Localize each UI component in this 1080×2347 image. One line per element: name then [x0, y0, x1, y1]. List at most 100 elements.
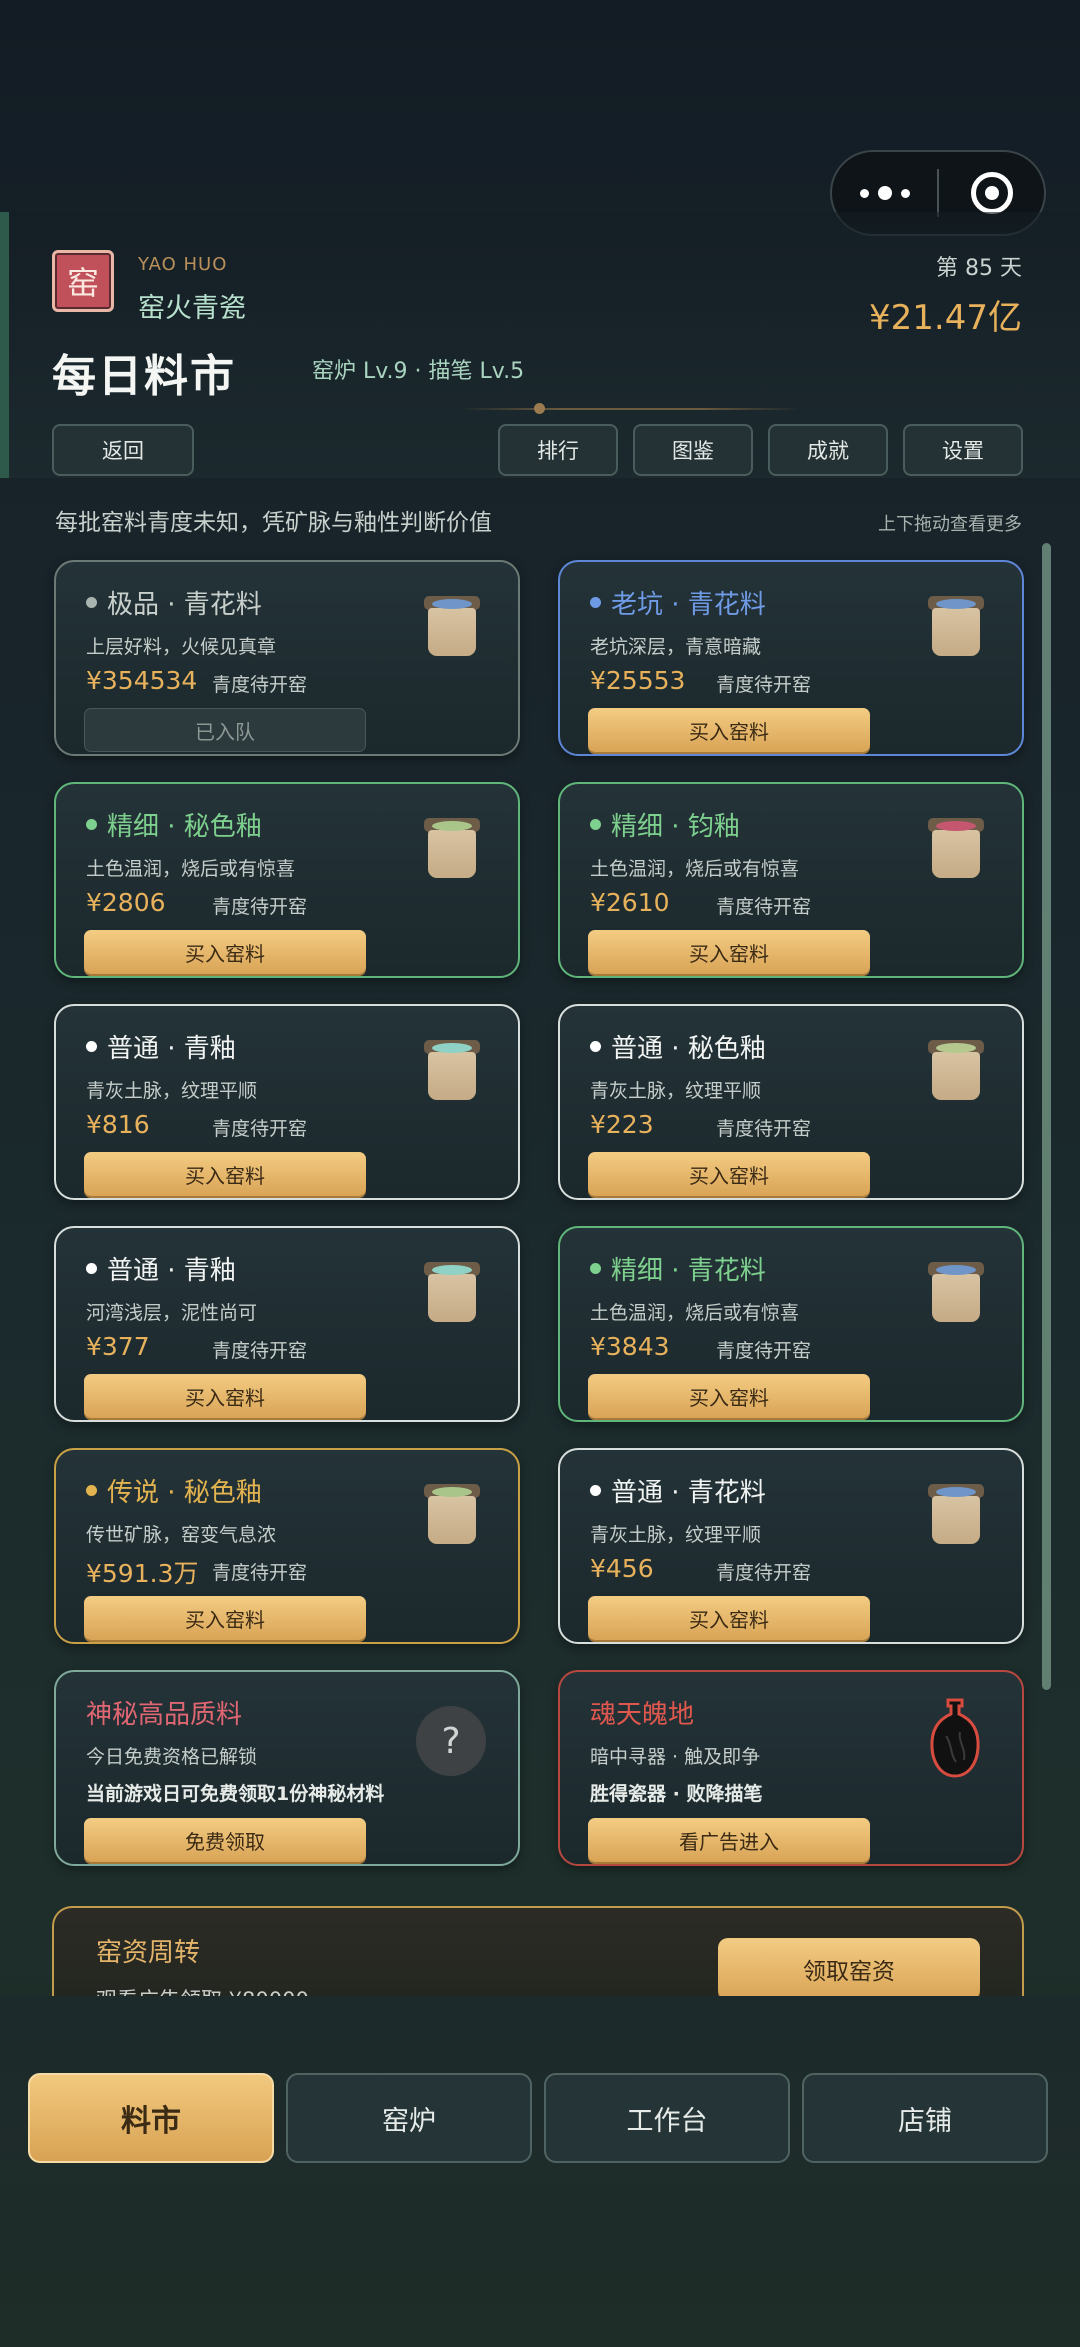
rarity-dot: [86, 1263, 97, 1274]
buy-material-button[interactable]: 买入窑料: [84, 1596, 366, 1640]
tab-market[interactable]: 料市: [28, 2073, 274, 2163]
card-title-row: 精细 · 秘色釉: [86, 806, 262, 843]
tab-shop[interactable]: 店铺: [802, 2073, 1048, 2163]
atlas-button[interactable]: 图鉴: [633, 424, 753, 476]
card-description: 老坑深层，青意暗藏: [590, 636, 762, 658]
clay-jar-icon: [926, 818, 986, 880]
material-card[interactable]: 普通 · 秘色釉 青灰土脉，纹理平顺 ¥223 青度待开窑 买入窑料: [558, 1004, 1024, 1200]
card-description: 青灰土脉，纹理平顺: [590, 1524, 762, 1546]
card-price: ¥2806: [86, 888, 166, 917]
card-price: ¥354534: [86, 666, 198, 695]
material-card[interactable]: 极品 · 青花料 上层好料，火候见真章 ¥354534 青度待开窑 已入队: [54, 560, 520, 756]
clay-jar-icon: [926, 1040, 986, 1102]
buy-material-button[interactable]: 买入窑料: [588, 1374, 870, 1418]
scrollbar[interactable]: [1042, 543, 1051, 1690]
rarity-dot: [86, 819, 97, 830]
rarity-dot: [86, 597, 97, 608]
card-description: 河湾浅层，泥性尚可: [86, 1302, 258, 1324]
black-vase-icon: [930, 1698, 980, 1778]
banner-title: 窑资周转: [96, 1938, 201, 1968]
watch-ad-enter-button[interactable]: 看广告进入: [588, 1818, 870, 1862]
purity-status: 青度待开窑: [716, 674, 812, 696]
card-description: 土色温润，烧后或有惊喜: [86, 858, 296, 880]
clay-jar-icon: [926, 596, 986, 658]
game-logo: 窑: [52, 250, 114, 312]
mystery-card-line2: 当前游戏日可免费领取1份神秘材料: [86, 1783, 385, 1805]
ghost-event-card[interactable]: 魂天魄地 暗中寻器 · 触及即争 胜得瓷器 · 败降描笔 看广告进入: [558, 1670, 1024, 1866]
buy-material-button[interactable]: 买入窑料: [588, 708, 870, 752]
brand-name-cn: 窑火青瓷: [138, 293, 246, 324]
card-description: 土色温润，烧后或有惊喜: [590, 1302, 800, 1324]
purity-status: 青度待开窑: [716, 896, 812, 918]
tab-kiln[interactable]: 窑炉: [286, 2073, 532, 2163]
material-card[interactable]: 精细 · 秘色釉 土色温润，烧后或有惊喜 ¥2806 青度待开窑 买入窑料: [54, 782, 520, 978]
card-title: 极品 · 青花料: [107, 590, 262, 620]
clay-jar-icon: [422, 1262, 482, 1324]
material-card[interactable]: 普通 · 青釉 河湾浅层，泥性尚可 ¥377 青度待开窑 买入窑料: [54, 1226, 520, 1422]
buy-material-button[interactable]: 买入窑料: [588, 930, 870, 974]
purity-status: 青度待开窑: [716, 1340, 812, 1362]
material-card[interactable]: 精细 · 钧釉 土色温润，烧后或有惊喜 ¥2610 青度待开窑 买入窑料: [558, 782, 1024, 978]
brand-name-en: YAO HUO: [138, 254, 228, 275]
achievements-button[interactable]: 成就: [768, 424, 888, 476]
card-price: ¥223: [590, 1110, 654, 1139]
tab-workbench[interactable]: 工作台: [544, 2073, 790, 2163]
card-title: 精细 · 青花料: [611, 1256, 766, 1286]
material-card[interactable]: 老坑 · 青花料 老坑深层，青意暗藏 ¥25553 青度待开窑 买入窑料: [558, 560, 1024, 756]
buy-material-button[interactable]: 买入窑料: [84, 1152, 366, 1196]
header-divider: [460, 408, 800, 410]
material-card[interactable]: 传说 · 秘色釉 传世矿脉，窑变气息浓 ¥591.3万 青度待开窑 买入窑料: [54, 1448, 520, 1644]
market-subtitle: 每批窑料青度未知，凭矿脉与釉性判断价值: [55, 510, 492, 536]
rarity-dot: [590, 597, 601, 608]
card-title-row: 精细 · 青花料: [590, 1250, 766, 1287]
card-title: 普通 · 青花料: [611, 1478, 766, 1508]
card-title-row: 老坑 · 青花料: [590, 584, 766, 621]
rarity-dot: [590, 1485, 601, 1496]
buy-material-button[interactable]: 买入窑料: [84, 1374, 366, 1418]
money-balance: ¥21.47亿: [869, 298, 1022, 338]
purity-status: 青度待开窑: [212, 896, 308, 918]
clay-jar-icon: [926, 1484, 986, 1546]
card-description: 青灰土脉，纹理平顺: [590, 1080, 762, 1102]
settings-button[interactable]: 设置: [903, 424, 1023, 476]
card-title-row: 极品 · 青花料: [86, 584, 262, 621]
card-price: ¥377: [86, 1332, 150, 1361]
card-title-row: 精细 · 钧釉: [590, 806, 740, 843]
header-accent-bar: [0, 212, 9, 478]
buy-material-button[interactable]: 买入窑料: [84, 930, 366, 974]
header-divider-dot: [534, 403, 545, 414]
material-card[interactable]: 普通 · 青釉 青灰土脉，纹理平顺 ¥816 青度待开窑 买入窑料: [54, 1004, 520, 1200]
material-card[interactable]: 精细 · 青花料 土色温润，烧后或有惊喜 ¥3843 青度待开窑 买入窑料: [558, 1226, 1024, 1422]
mystery-material-card[interactable]: 神秘高品质料 今日免费资格已解锁 当前游戏日可免费领取1份神秘材料 ? 免费领取: [54, 1670, 520, 1866]
free-claim-button[interactable]: 免费领取: [84, 1818, 366, 1862]
purity-status: 青度待开窑: [716, 1118, 812, 1140]
day-counter: 第 85 天: [936, 256, 1022, 281]
card-price: ¥2610: [590, 888, 670, 917]
card-title: 精细 · 秘色釉: [107, 812, 262, 842]
card-title: 精细 · 钧釉: [611, 812, 740, 842]
buy-material-button[interactable]: 买入窑料: [588, 1596, 870, 1640]
card-title-row: 普通 · 秘色釉: [590, 1028, 766, 1065]
material-card[interactable]: 普通 · 青花料 青灰土脉，纹理平顺 ¥456 青度待开窑 买入窑料: [558, 1448, 1024, 1644]
card-price: ¥816: [86, 1110, 150, 1139]
card-title-row: 普通 · 青花料: [590, 1472, 766, 1509]
rarity-dot: [86, 1041, 97, 1052]
buy-material-button[interactable]: 买入窑料: [588, 1152, 870, 1196]
rarity-dot: [590, 1041, 601, 1052]
clay-jar-icon: [422, 596, 482, 658]
rarity-dot: [590, 1263, 601, 1274]
card-title: 普通 · 秘色釉: [611, 1034, 766, 1064]
back-button[interactable]: 返回: [52, 424, 194, 476]
rarity-dot: [590, 819, 601, 830]
question-mark-icon: ?: [416, 1706, 486, 1776]
card-title-row: 传说 · 秘色釉: [86, 1472, 262, 1509]
card-price: ¥456: [590, 1554, 654, 1583]
ghost-card-title: 魂天魄地: [590, 1700, 695, 1730]
card-title: 老坑 · 青花料: [611, 590, 766, 620]
claim-funds-button[interactable]: 领取窑资: [718, 1938, 980, 2000]
ghost-card-line1: 暗中寻器 · 触及即争: [590, 1746, 761, 1768]
clay-jar-icon: [422, 1484, 482, 1546]
rank-button[interactable]: 排行: [498, 424, 618, 476]
purity-status: 青度待开窑: [716, 1562, 812, 1584]
purity-status: 青度待开窑: [212, 1562, 308, 1584]
